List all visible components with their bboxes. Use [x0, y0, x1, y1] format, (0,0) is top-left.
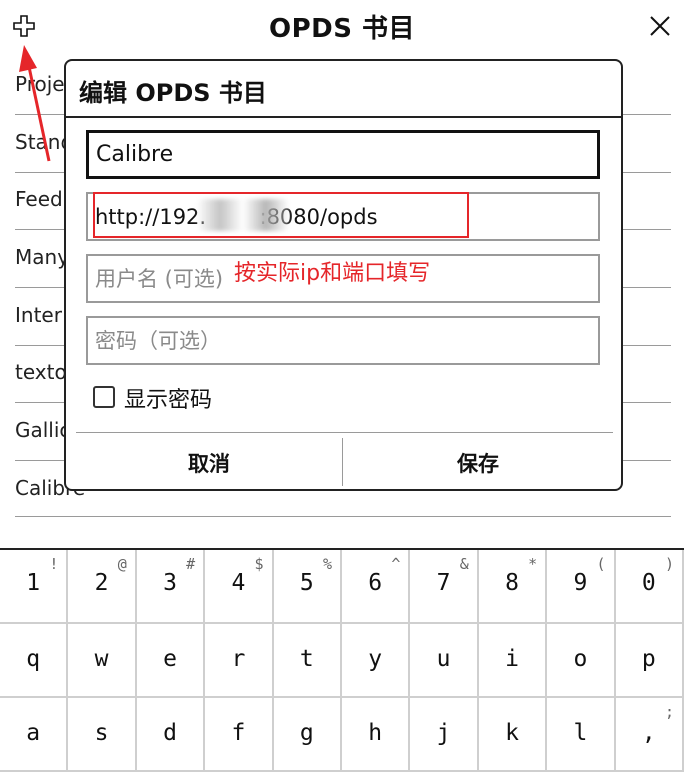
- key-j[interactable]: j: [410, 698, 479, 772]
- key-label: s: [94, 720, 109, 746]
- catalog-list-item[interactable]: Many: [15, 245, 69, 269]
- key-h[interactable]: h: [342, 698, 411, 772]
- key-label: r: [231, 646, 246, 672]
- key-secondary-label: !: [49, 555, 59, 573]
- key-label: a: [26, 720, 41, 746]
- key-l[interactable]: l: [547, 698, 616, 772]
- key-comma[interactable]: ,;: [615, 698, 684, 772]
- key-label: u: [436, 646, 451, 672]
- password-input[interactable]: [88, 318, 598, 363]
- key-secondary-label: *: [528, 555, 538, 573]
- key-label: f: [231, 720, 246, 746]
- key-secondary-label: ^: [391, 555, 401, 573]
- url-highlight-box: [93, 192, 469, 238]
- annotation-note: 按实际ip和端口填写: [234, 261, 431, 286]
- key-6[interactable]: 6 ^: [342, 550, 411, 624]
- key-p[interactable]: p: [615, 624, 684, 698]
- key-y[interactable]: y: [342, 624, 411, 698]
- dialog-title: 编辑 OPDS 书目: [79, 79, 267, 107]
- key-q[interactable]: q: [0, 624, 69, 698]
- show-password-checkbox[interactable]: [93, 386, 115, 408]
- on-screen-keyboard: 1! 2 @3 #4 $5% 6 ^ 7 & 8 * 9(0) q w e r t y u i o p a s d f g h j k l,…: [0, 548, 684, 772]
- key-w[interactable]: w: [68, 624, 137, 698]
- key-k[interactable]: k: [478, 698, 548, 772]
- key-e[interactable]: e: [136, 624, 206, 698]
- key-1[interactable]: 1!: [0, 550, 69, 624]
- close-button[interactable]: [649, 15, 671, 37]
- key-0[interactable]: 0): [615, 550, 684, 624]
- catalog-list-item[interactable]: texto: [15, 360, 67, 384]
- key-s[interactable]: s: [68, 698, 137, 772]
- key-a[interactable]: a: [0, 698, 69, 772]
- key-label: 4: [231, 570, 246, 596]
- key-3[interactable]: 3 #: [136, 550, 206, 624]
- show-password-label[interactable]: 显示密码: [124, 382, 212, 414]
- key-label: 5: [299, 570, 314, 596]
- divider: [66, 116, 621, 118]
- key-label: g: [299, 720, 314, 746]
- catalog-name-field[interactable]: [86, 130, 600, 179]
- catalog-list-item[interactable]: Gallic: [15, 418, 70, 442]
- key-secondary-label: #: [186, 555, 196, 573]
- key-secondary-label: @: [117, 555, 127, 573]
- catalog-name-input[interactable]: [89, 133, 597, 176]
- key-label: t: [299, 646, 314, 672]
- key-4[interactable]: 4 $: [205, 550, 274, 624]
- key-label: q: [26, 646, 41, 672]
- key-label: k: [505, 720, 519, 746]
- password-field[interactable]: [86, 316, 600, 365]
- key-label: 0: [641, 570, 656, 596]
- key-label: h: [368, 720, 383, 746]
- key-label: p: [641, 646, 656, 672]
- key-label: 8: [505, 570, 519, 596]
- key-5[interactable]: 5%: [273, 550, 342, 624]
- catalog-list-item[interactable]: Inter: [15, 303, 62, 327]
- key-label: d: [163, 720, 177, 746]
- key-label: ,: [641, 720, 656, 746]
- key-f[interactable]: f: [205, 698, 274, 772]
- key-t[interactable]: t: [273, 624, 342, 698]
- catalog-list-item[interactable]: Feed: [15, 187, 63, 211]
- key-8[interactable]: 8 *: [478, 550, 548, 624]
- key-9[interactable]: 9(: [547, 550, 616, 624]
- key-i[interactable]: i: [478, 624, 548, 698]
- key-label: 9: [573, 570, 588, 596]
- key-label: y: [368, 646, 383, 672]
- key-g[interactable]: g: [273, 698, 342, 772]
- key-secondary-label: ;: [664, 703, 674, 721]
- key-label: e: [163, 646, 177, 672]
- key-label: 2: [94, 570, 109, 596]
- key-7[interactable]: 7 &: [410, 550, 479, 624]
- key-secondary-label: $: [254, 555, 264, 573]
- key-label: l: [573, 720, 588, 746]
- key-d[interactable]: d: [136, 698, 206, 772]
- key-r[interactable]: r: [205, 624, 274, 698]
- key-label: 1: [26, 570, 41, 596]
- key-secondary-label: ): [664, 555, 674, 573]
- key-label: o: [573, 646, 588, 672]
- divider: [15, 516, 671, 517]
- close-icon: [650, 16, 670, 36]
- key-label: 6: [368, 570, 383, 596]
- key-label: i: [505, 646, 519, 672]
- key-secondary-label: %: [322, 555, 332, 573]
- key-o[interactable]: o: [547, 624, 616, 698]
- save-button[interactable]: 保存: [343, 448, 613, 478]
- key-u[interactable]: u: [410, 624, 479, 698]
- key-secondary-label: (: [596, 555, 606, 573]
- key-label: w: [94, 646, 109, 672]
- key-2[interactable]: 2 @: [68, 550, 137, 624]
- key-label: 7: [436, 570, 451, 596]
- key-label: j: [436, 720, 451, 746]
- catalog-list-item[interactable]: Proje: [15, 72, 65, 96]
- divider: [76, 432, 613, 433]
- page-title: OPDS 书目: [268, 14, 416, 44]
- key-secondary-label: &: [459, 555, 469, 573]
- cancel-button[interactable]: 取消: [76, 448, 342, 478]
- key-label: 3: [163, 570, 177, 596]
